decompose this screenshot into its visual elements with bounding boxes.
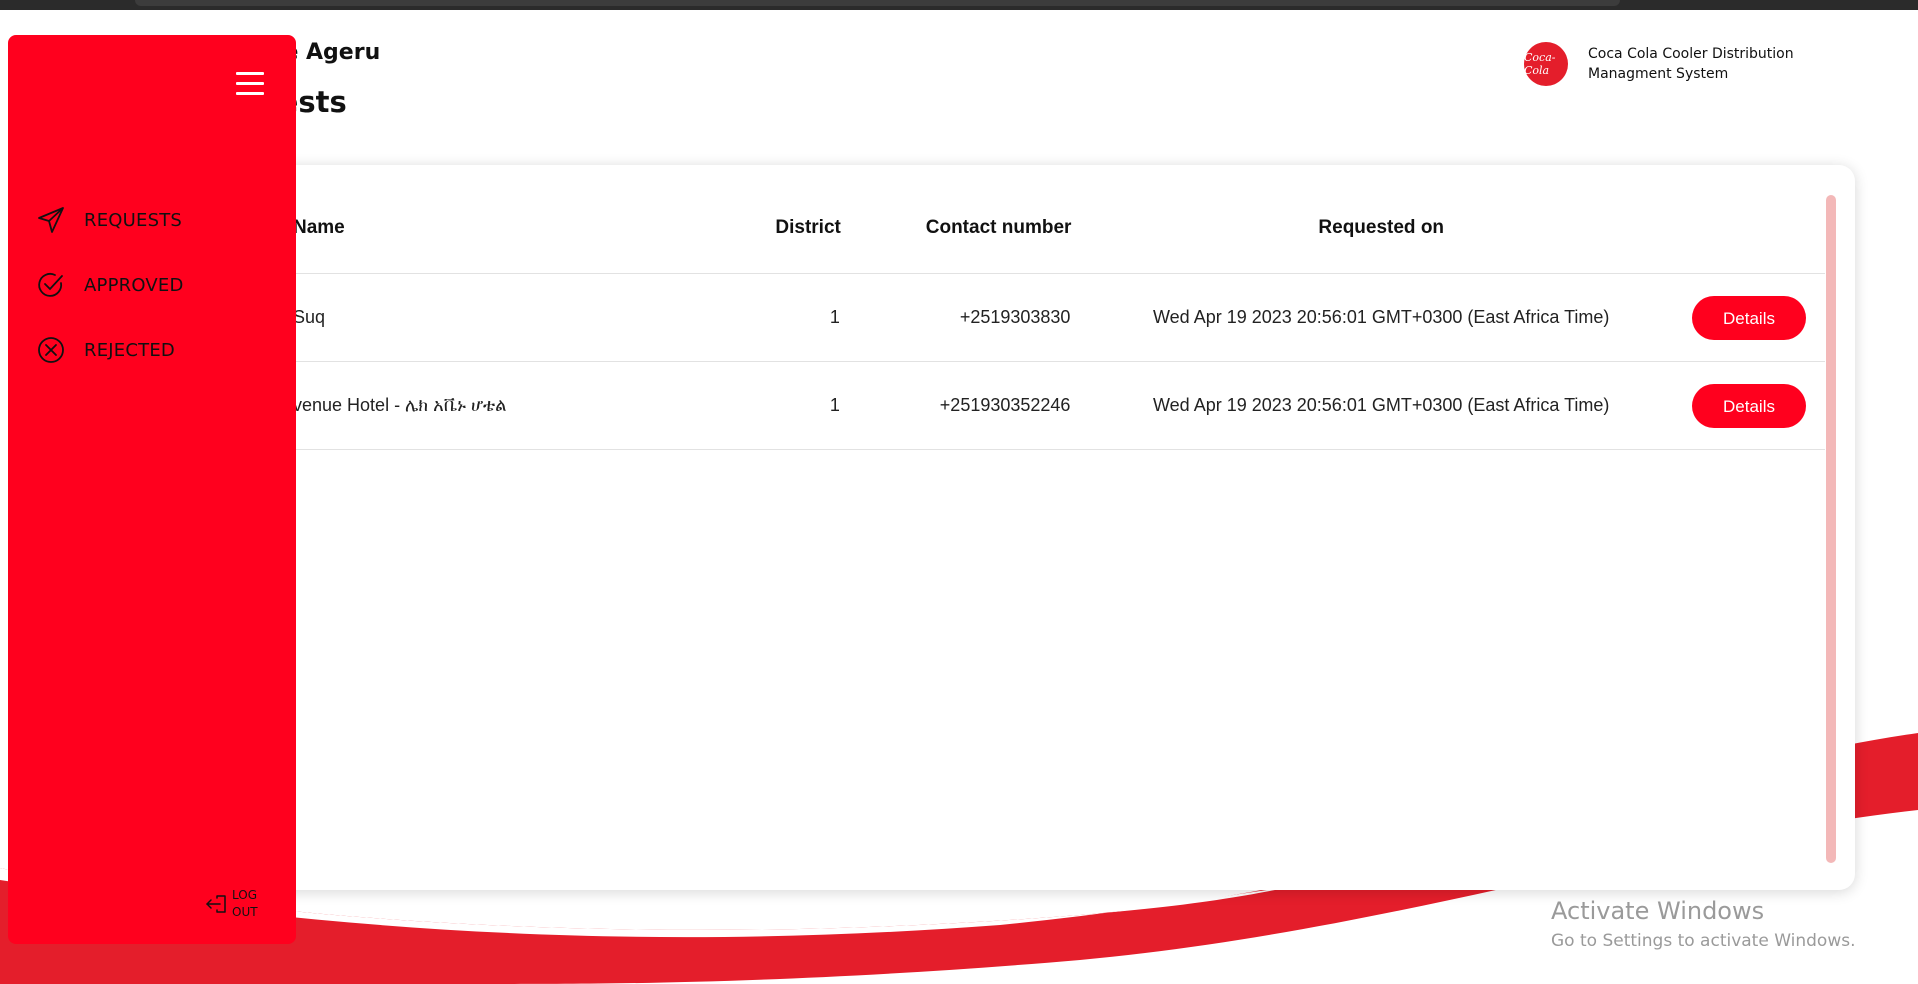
column-header-contact[interactable]: Contact number (840, 165, 1072, 274)
sidebar-item-label: REQUESTS (84, 209, 183, 231)
sidebar-item-label: REJECTED (84, 339, 175, 361)
column-header-action (1691, 165, 1825, 274)
x-circle-icon (38, 337, 64, 363)
cell-requested-on: Wed Apr 19 2023 20:56:01 GMT+0300 (East … (1071, 361, 1691, 450)
watermark-subtitle: Go to Settings to activate Windows. (1551, 931, 1856, 951)
browser-top-bar (0, 0, 1918, 10)
watermark-title: Activate Windows (1551, 897, 1765, 925)
sidebar: REQUESTS APPROVED REJECTED LOG OUT (8, 35, 296, 944)
details-button[interactable]: Details (1692, 383, 1806, 428)
logout-label-line2: OUT (232, 905, 258, 919)
table-row: venue Hotel - ሌክ አቬኑ ሆቴል 1 +251930352246… (200, 361, 1825, 450)
sidebar-item-approved[interactable]: APPROVED (36, 268, 184, 302)
logout-button[interactable]: LOG OUT (204, 887, 258, 921)
cell-district: 1 (748, 273, 841, 362)
windows-activation-watermark: Activate Windows Go to Settings to activ… (1551, 897, 1856, 951)
column-header-district[interactable]: District (748, 165, 841, 274)
cell-district: 1 (748, 361, 841, 450)
brand-logo-text: Coca-Cola (1524, 51, 1556, 77)
table-header-row: Name District Contact number Requested o… (200, 165, 1825, 274)
cell-action: Details (1691, 273, 1825, 362)
vertical-scrollbar[interactable] (1826, 195, 1836, 863)
logout-icon (206, 895, 226, 913)
coca-cola-logo-icon: Coca-Cola (1524, 42, 1568, 86)
requests-card: Name District Contact number Requested o… (200, 165, 1855, 890)
address-bar[interactable] (135, 0, 1620, 6)
sidebar-item-label: APPROVED (84, 274, 184, 296)
check-circle-icon (38, 272, 63, 297)
column-header-requested-on[interactable]: Requested on (1071, 165, 1691, 274)
table-row: Suq 1 +2519303830 Wed Apr 19 2023 20:56:… (200, 273, 1825, 362)
cell-contact: +2519303830 (840, 273, 1072, 362)
sidebar-item-requests[interactable]: REQUESTS (36, 203, 182, 237)
logout-label: LOG OUT (232, 887, 258, 921)
system-name: Coca Cola Cooler Distribution Managment … (1588, 46, 1794, 82)
details-button[interactable]: Details (1692, 295, 1806, 340)
cell-contact: +251930352246 (840, 361, 1072, 450)
cell-requested-on: Wed Apr 19 2023 20:56:01 GMT+0300 (East … (1071, 273, 1691, 362)
send-icon (38, 207, 64, 233)
requests-table: Name District Contact number Requested o… (200, 165, 1825, 450)
brand: Coca-Cola Coca Cola Cooler Distribution … (1524, 42, 1808, 86)
cell-action: Details (1691, 361, 1825, 450)
sidebar-item-rejected[interactable]: REJECTED (36, 333, 175, 367)
hamburger-icon[interactable] (236, 72, 264, 96)
logout-label-line1: LOG (232, 888, 258, 902)
